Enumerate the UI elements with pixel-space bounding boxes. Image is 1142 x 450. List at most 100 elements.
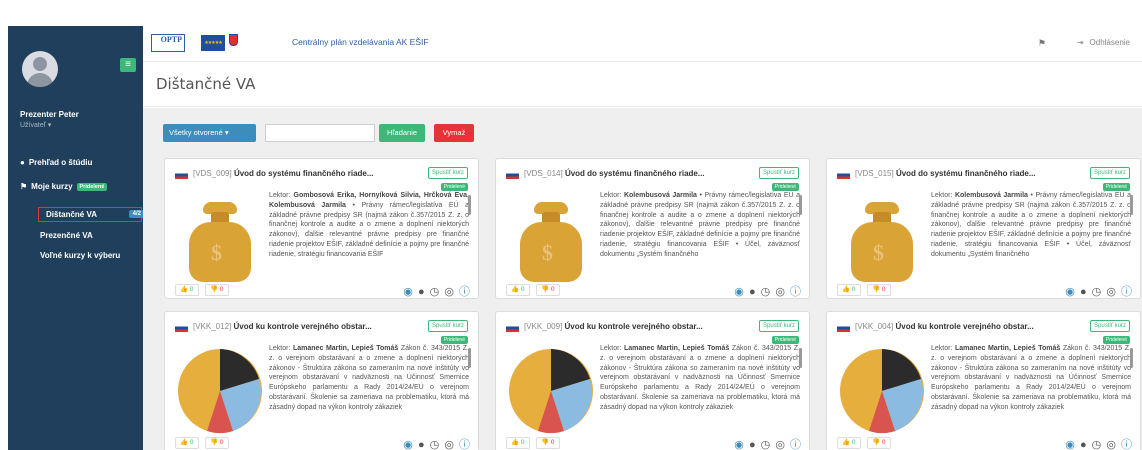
target-icon[interactable]: ◎ (775, 286, 785, 298)
launch-course-button[interactable]: Spustiť kurz (759, 167, 799, 179)
menu-toggle-icon[interactable]: ≡ (120, 58, 136, 72)
search-button[interactable]: Hľadanie (379, 124, 425, 142)
money-bag-image: $ (837, 192, 927, 284)
info-icon[interactable]: ⓘ (790, 286, 801, 298)
target-icon[interactable]: ◎ (1106, 286, 1116, 298)
launch-course-button[interactable]: Spustiť kurz (759, 320, 799, 332)
status-icon[interactable]: ● (749, 286, 756, 298)
course-title[interactable]: [VKK_004] Úvod ku kontrole verejného obs… (855, 322, 1034, 331)
launch-course-button[interactable]: Spustiť kurz (1090, 320, 1130, 332)
launch-course-button[interactable]: Spustiť kurz (428, 320, 468, 332)
clock-icon[interactable]: ◷ (761, 439, 771, 450)
dislike-button[interactable]: 👎 0 (205, 437, 229, 449)
dislike-button[interactable]: 👎 0 (867, 437, 891, 449)
dislike-button[interactable]: 👎 0 (536, 437, 560, 449)
dislike-count: 0 (881, 286, 886, 293)
like-button[interactable]: 👍 0 (837, 284, 861, 296)
clock-icon[interactable]: ◷ (1092, 439, 1102, 450)
course-card[interactable]: [VDS_014] Úvod do systému finančného ria… (495, 158, 810, 299)
like-button[interactable]: 👍 0 (506, 437, 530, 449)
info-icon[interactable]: ⓘ (1121, 439, 1132, 450)
thumbs-up-icon: 👍 (511, 286, 520, 293)
thumbs-down-icon: 👎 (872, 439, 881, 446)
user-icon[interactable]: ◉ (734, 439, 744, 450)
like-count: 0 (851, 286, 856, 293)
sidebar-item-label: Prehľad o štúdiu (28, 158, 93, 167)
dislike-button[interactable]: 👎 0 (536, 284, 560, 296)
thumbs-down-icon: 👎 (210, 286, 219, 293)
clock-icon[interactable]: ◷ (761, 286, 771, 298)
user-icon[interactable]: ◉ (403, 439, 413, 450)
clock-icon[interactable]: ◷ (430, 286, 440, 298)
clear-button[interactable]: Vymaž (434, 124, 474, 142)
user-icon[interactable]: ◉ (734, 286, 744, 298)
status-icon[interactable]: ● (749, 439, 756, 450)
thumbs-up-icon: 👍 (180, 439, 189, 446)
target-icon[interactable]: ◎ (775, 439, 785, 450)
info-icon[interactable]: ⓘ (1121, 286, 1132, 298)
filter-dropdown[interactable]: Všetky otvorené ▾ (163, 124, 256, 142)
course-title[interactable]: [VDS_009] Úvod do systému finančného ria… (193, 169, 374, 178)
avatar[interactable] (22, 51, 58, 87)
clock-icon[interactable]: ◷ (1092, 286, 1102, 298)
like-button[interactable]: 👍 0 (175, 284, 199, 296)
like-button[interactable]: 👍 0 (175, 437, 199, 449)
description-scrollbar[interactable] (799, 195, 802, 215)
user-icon[interactable]: ◉ (403, 286, 413, 298)
target-icon[interactable]: ◎ (444, 439, 454, 450)
status-icon[interactable]: ● (418, 439, 425, 450)
user-icon[interactable]: ◉ (1065, 286, 1075, 298)
status-icon[interactable]: ● (1080, 439, 1087, 450)
assigned-badge: Pridelené (771, 183, 799, 191)
clock-icon[interactable]: ◷ (430, 439, 440, 450)
sidebar-item-overview[interactable]: ● Prehľad o štúdiu (20, 158, 92, 167)
like-button[interactable]: 👍 0 (837, 437, 861, 449)
info-icon[interactable]: ⓘ (459, 439, 470, 450)
like-button[interactable]: 👍 0 (506, 284, 530, 296)
sidebar-item-distance[interactable]: Dištančné VA 4/2 (38, 207, 145, 222)
user-icon[interactable]: ◉ (1065, 439, 1075, 450)
course-title[interactable]: [VKK_009] Úvod ku kontrole verejného obs… (524, 322, 703, 331)
notifications-flag-icon[interactable]: ⚑ (1038, 38, 1046, 49)
course-card[interactable]: [VKK_004] Úvod ku kontrole verejného obs… (826, 311, 1141, 450)
search-input[interactable] (265, 124, 375, 142)
dislike-count: 0 (550, 439, 555, 446)
target-icon[interactable]: ◎ (444, 286, 454, 298)
launch-course-button[interactable]: Spustiť kurz (1090, 167, 1130, 179)
target-icon[interactable]: ◎ (1106, 439, 1116, 450)
thumbs-up-icon: 👍 (842, 439, 851, 446)
like-count: 0 (851, 439, 856, 446)
course-title[interactable]: [VKK_012] Úvod ku kontrole verejného obs… (193, 322, 372, 331)
status-icon[interactable]: ● (418, 286, 425, 298)
launch-course-button[interactable]: Spustiť kurz (428, 167, 468, 179)
course-title[interactable]: [VDS_014] Úvod do systému finančného ria… (524, 169, 705, 178)
description-scrollbar[interactable] (468, 195, 471, 215)
description-scrollbar[interactable] (468, 348, 471, 368)
app-title[interactable]: Centrálny plán vzdelávania AK EŠIF (292, 37, 429, 47)
dislike-button[interactable]: 👎 0 (867, 284, 891, 296)
course-card[interactable]: [VKK_012] Úvod ku kontrole verejného obs… (164, 311, 479, 450)
course-card[interactable]: [VDS_009] Úvod do systému finančného ria… (164, 158, 479, 299)
optp-logo: OPTP (151, 34, 185, 52)
logout-label: Odhlásenie (1089, 38, 1130, 47)
course-title[interactable]: [VDS_015] Úvod do systému finančného ria… (855, 169, 1036, 178)
info-icon[interactable]: ⓘ (790, 439, 801, 450)
sidebar-item-free-courses[interactable]: Voľné kurzy k výberu (40, 251, 120, 260)
pie-chart-image (837, 345, 927, 437)
sidebar-item-my-courses[interactable]: ⚑ Moje kurzy Pridelené (20, 182, 108, 191)
course-card[interactable]: [VDS_015] Úvod do systému finančného ria… (826, 158, 1141, 299)
money-bag-image: $ (175, 192, 265, 284)
description-scrollbar[interactable] (799, 348, 802, 368)
info-icon[interactable]: ⓘ (459, 286, 470, 298)
description-scrollbar[interactable] (1130, 195, 1133, 215)
course-description: Lektor: Gombosová Erika, Hornyíková Silv… (269, 192, 469, 258)
sidebar-item-inperson[interactable]: Prezenčné VA (40, 231, 93, 240)
flag-icon: ⚑ (20, 182, 28, 191)
status-icon[interactable]: ● (1080, 286, 1087, 298)
logout-button[interactable]: ⇥ Odhlásenie (1077, 38, 1130, 47)
card-actions: ◉ ● ◷ ◎ ⓘ (401, 436, 470, 450)
user-role-dropdown[interactable]: Užívateľ ▾ (20, 121, 51, 129)
course-card[interactable]: [VKK_009] Úvod ku kontrole verejného obs… (495, 311, 810, 450)
dislike-button[interactable]: 👎 0 (205, 284, 229, 296)
description-scrollbar[interactable] (1130, 348, 1133, 368)
